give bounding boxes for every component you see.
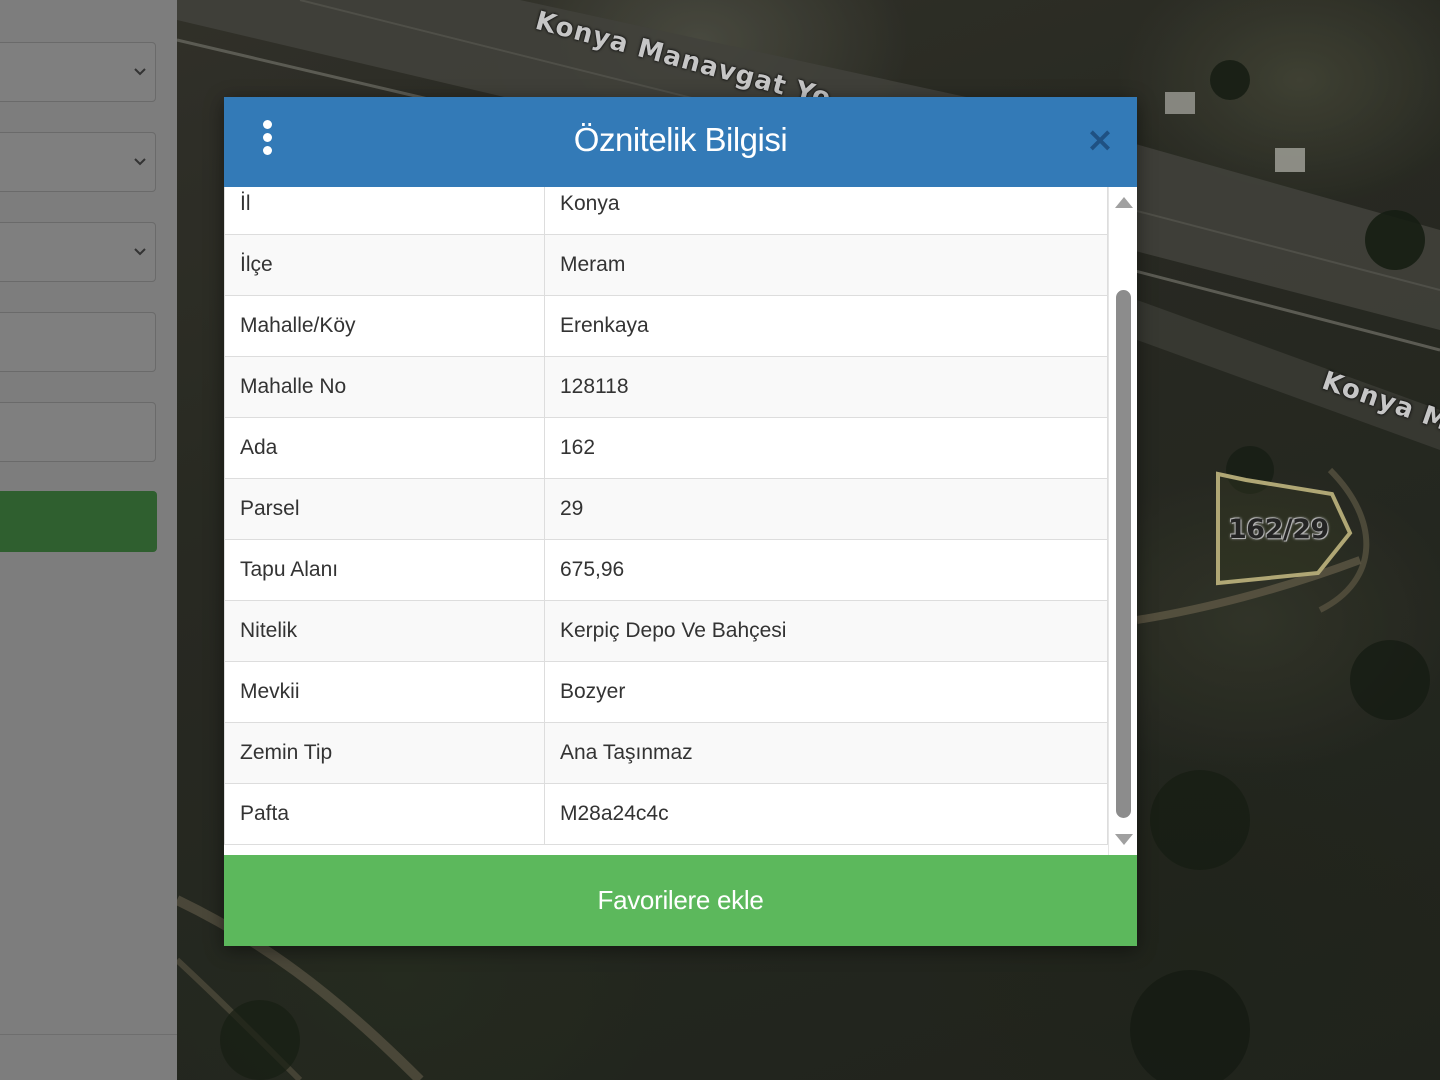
attribute-key: Mevkii <box>224 661 545 723</box>
vertical-ellipsis-icon[interactable] <box>254 117 284 163</box>
table-row: Mevkii Bozyer <box>224 661 1108 723</box>
attribute-value: 675,96 <box>544 539 1108 601</box>
attribute-value: Kerpiç Depo Ve Bahçesi <box>544 600 1108 662</box>
attribute-value: 162 <box>544 417 1108 479</box>
table-row: Mahalle No 128118 <box>224 356 1108 418</box>
attribute-key: İl <box>224 187 545 235</box>
attribute-key: Tapu Alanı <box>224 539 545 601</box>
attribute-key: İlçe <box>224 234 545 296</box>
screen: Konya Manavgat Yo Konya M 162/29 Öznitel… <box>0 0 1440 1080</box>
scrollbar-thumb[interactable] <box>1116 290 1131 818</box>
attribute-value: 128118 <box>544 356 1108 418</box>
attribute-value: 29 <box>544 478 1108 540</box>
attribute-key: Pafta <box>224 783 545 845</box>
vertical-scrollbar[interactable] <box>1108 187 1137 855</box>
select-field-1[interactable] <box>0 42 156 102</box>
panel-divider <box>0 1034 177 1035</box>
attribute-table: İl Konya İlçe Meram Mahalle/Köy Erenkaya… <box>224 187 1108 845</box>
chevron-down-icon <box>134 68 146 76</box>
attribute-value: Erenkaya <box>544 295 1108 357</box>
select-field-3[interactable] <box>0 222 156 282</box>
table-row: Pafta M28a24c4c <box>224 783 1108 845</box>
input-field-1[interactable] <box>0 312 156 372</box>
attribute-key: Nitelik <box>224 600 545 662</box>
table-row: Parsel 29 <box>224 478 1108 540</box>
attribute-value: Bozyer <box>544 661 1108 723</box>
input-field-2[interactable] <box>0 402 156 462</box>
add-to-favorites-button[interactable]: Favorilere ekle <box>224 855 1137 946</box>
modal-header: Öznitelik Bilgisi × <box>224 97 1137 187</box>
table-row: Ada 162 <box>224 417 1108 479</box>
attribute-key: Zemin Tip <box>224 722 545 784</box>
table-row: Nitelik Kerpiç Depo Ve Bahçesi <box>224 600 1108 662</box>
attribute-value: Konya <box>544 187 1108 235</box>
query-button[interactable] <box>0 491 157 552</box>
chevron-down-icon <box>134 248 146 256</box>
attribute-value: Meram <box>544 234 1108 296</box>
modal-title: Öznitelik Bilgisi <box>573 121 788 158</box>
table-row: İlçe Meram <box>224 234 1108 296</box>
close-icon[interactable]: × <box>1085 123 1115 157</box>
attribute-key: Mahalle No <box>224 356 545 418</box>
table-row: İl Konya <box>224 187 1108 235</box>
attribute-value: Ana Taşınmaz <box>544 722 1108 784</box>
left-panel <box>0 0 177 1080</box>
scroll-down-arrow-icon[interactable] <box>1115 834 1133 845</box>
scroll-up-arrow-icon[interactable] <box>1115 197 1133 208</box>
attribute-info-modal: Öznitelik Bilgisi × İl Konya İlçe Meram <box>224 97 1137 946</box>
table-row: Zemin Tip Ana Taşınmaz <box>224 722 1108 784</box>
table-row: Tapu Alanı 675,96 <box>224 539 1108 601</box>
attribute-key: Parsel <box>224 478 545 540</box>
attribute-value: M28a24c4c <box>544 783 1108 845</box>
attribute-key: Mahalle/Köy <box>224 295 545 357</box>
attribute-key: Ada <box>224 417 545 479</box>
chevron-down-icon <box>134 158 146 166</box>
modal-body[interactable]: İl Konya İlçe Meram Mahalle/Köy Erenkaya… <box>224 187 1137 855</box>
select-field-2[interactable] <box>0 132 156 192</box>
table-row: Mahalle/Köy Erenkaya <box>224 295 1108 357</box>
